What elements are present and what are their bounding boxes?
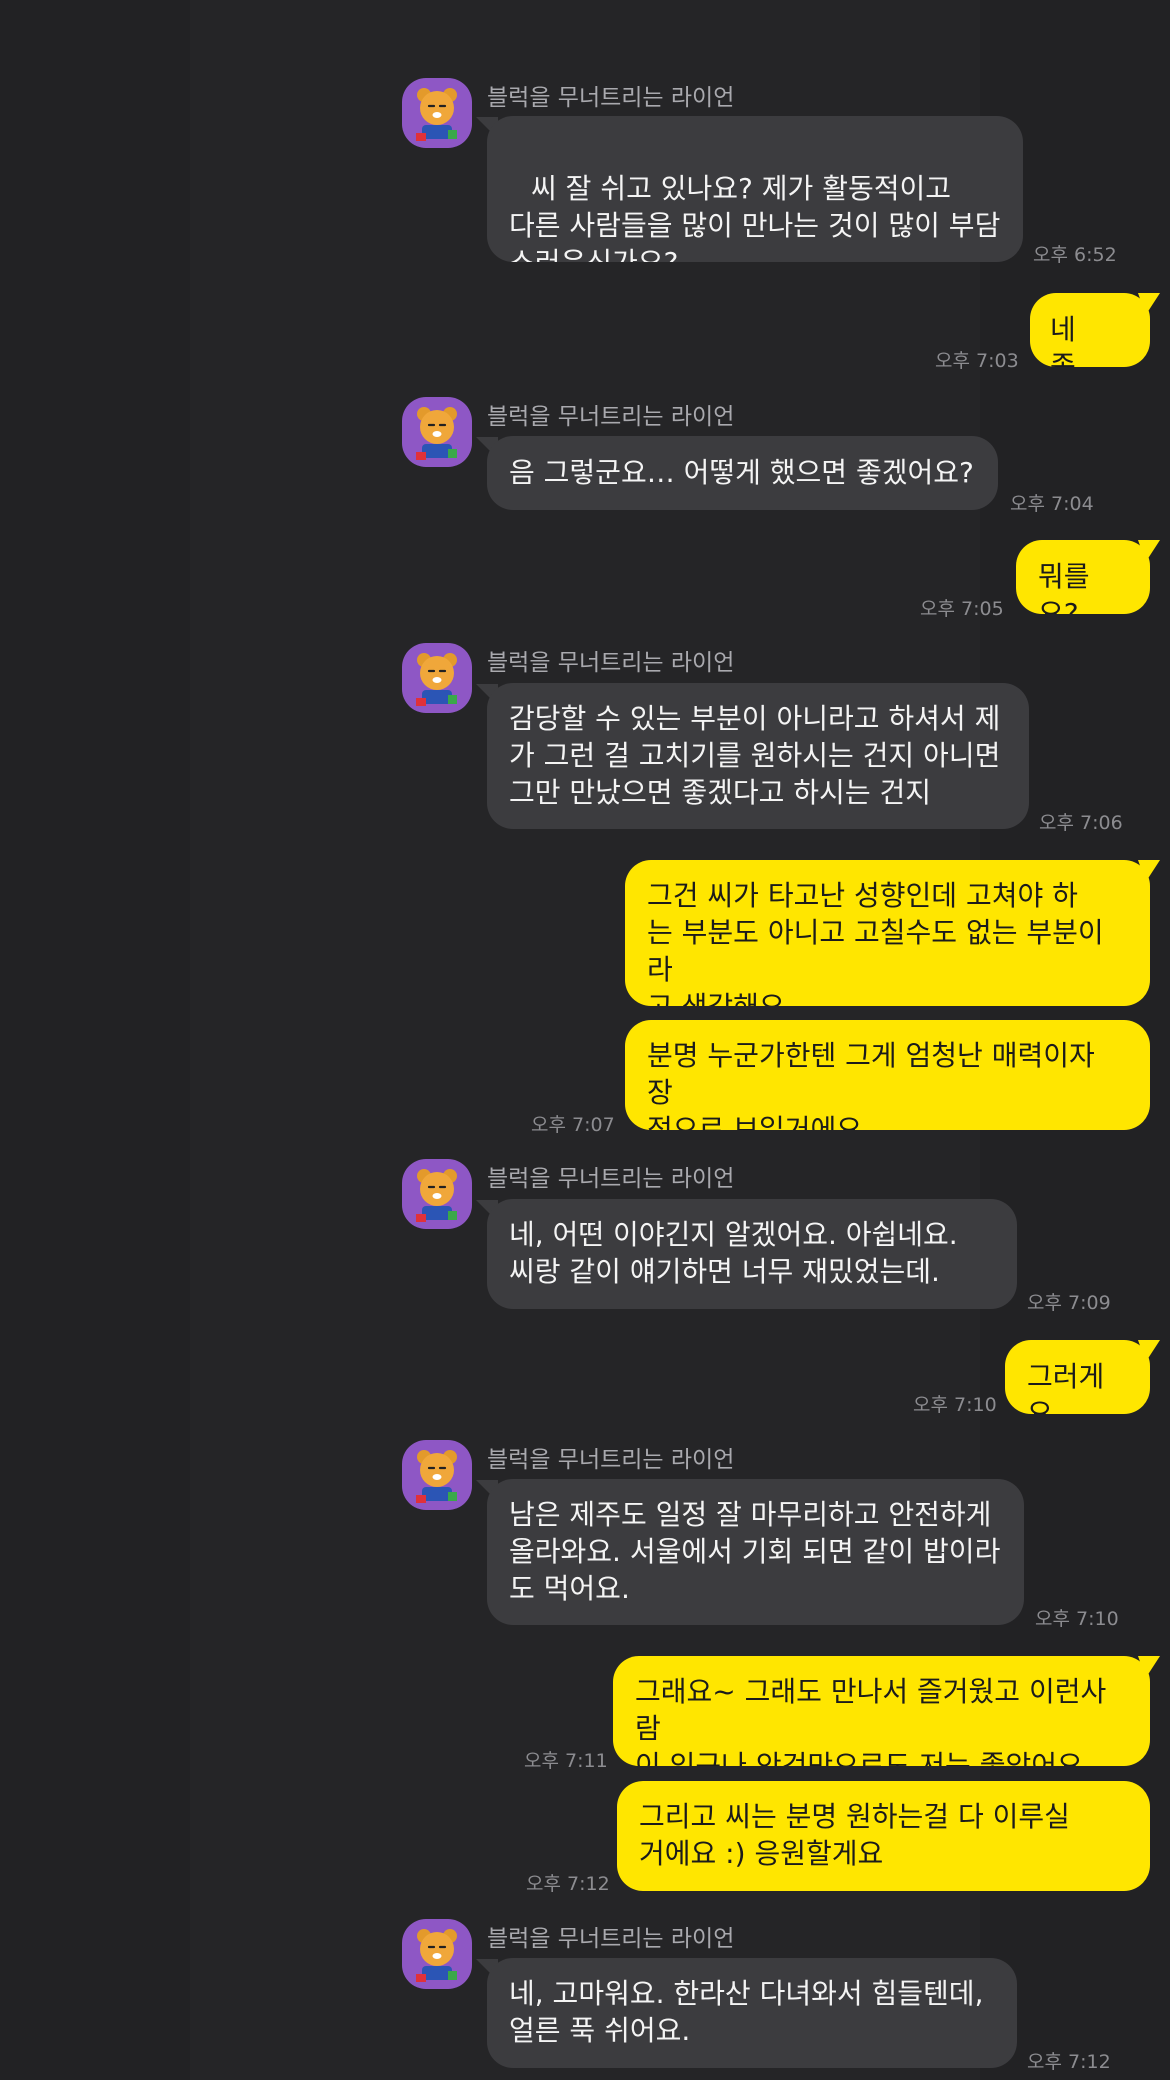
message-time: 오후 7:12 bbox=[1027, 2051, 1111, 2073]
ryan-character-icon bbox=[416, 1929, 457, 1982]
sender-avatar[interactable] bbox=[402, 78, 472, 148]
message-time: 오후 7:04 bbox=[1010, 493, 1094, 515]
incoming-message[interactable]: 네, 어떤 이야긴지 알겠어요. 아쉽네요. 씨랑 같이 얘기하면 너무 재밌었… bbox=[487, 1199, 1017, 1309]
sender-avatar[interactable] bbox=[402, 397, 472, 467]
message-time: 오후 7:11 bbox=[524, 1750, 608, 1772]
ryan-character-icon bbox=[416, 407, 457, 460]
message-time: 오후 7:10 bbox=[913, 1394, 997, 1416]
chat-panel: 블럭을 무너트리는 라이언 씨 잘 쉬고 있나요? 제가 활동적이고 다른 사람… bbox=[190, 0, 1160, 2080]
outgoing-message[interactable]: 그래요~ 그래도 만나서 즐거웠고 이런사람 이 있구나 안것만으로도 저는 좋… bbox=[613, 1656, 1150, 1766]
ryan-character-icon bbox=[416, 653, 457, 706]
incoming-message[interactable]: 감당할 수 있는 부분이 아니라고 하셔서 제 가 그런 걸 고치기를 원하시는… bbox=[487, 683, 1029, 829]
sender-avatar[interactable] bbox=[402, 643, 472, 713]
ryan-character-icon bbox=[416, 88, 457, 141]
incoming-message[interactable]: 남은 제주도 일정 잘 마무리하고 안전하게 올라와요. 서울에서 기회 되면 … bbox=[487, 1479, 1024, 1625]
message-time: 오후 7:09 bbox=[1027, 1292, 1111, 1314]
message-time: 오후 7:07 bbox=[531, 1114, 615, 1136]
sender-name: 블럭을 무너트리는 라이언 bbox=[487, 1926, 735, 1952]
sender-name: 블럭을 무너트리는 라이언 bbox=[487, 85, 735, 111]
outgoing-message[interactable]: 그리고 씨는 분명 원하는걸 다 이루실 거에요 :) 응원할게요 bbox=[617, 1781, 1150, 1891]
outgoing-message[interactable]: 네 좀.. bbox=[1030, 293, 1150, 367]
sender-avatar[interactable] bbox=[402, 1919, 472, 1989]
sender-name: 블럭을 무너트리는 라이언 bbox=[487, 404, 735, 430]
ryan-character-icon bbox=[416, 1169, 457, 1222]
outgoing-message[interactable]: 그러게요 bbox=[1005, 1340, 1150, 1414]
sender-name: 블럭을 무너트리는 라이언 bbox=[487, 1447, 735, 1473]
sender-name: 블럭을 무너트리는 라이언 bbox=[487, 1166, 735, 1192]
incoming-message[interactable]: 네, 고마워요. 한라산 다녀와서 힘들텐데, 얼른 푹 쉬어요. bbox=[487, 1958, 1017, 2068]
incoming-message[interactable]: 음 그렇군요… 어떻게 했으면 좋겠어요? bbox=[487, 436, 998, 510]
outgoing-message[interactable]: 분명 누군가한텐 그게 엄청난 매력이자 장 점으로 보일거에요 bbox=[625, 1020, 1150, 1130]
message-time: 오후 7:03 bbox=[935, 350, 1019, 372]
message-time: 오후 7:06 bbox=[1039, 812, 1123, 834]
message-time: 오후 6:52 bbox=[1033, 244, 1117, 266]
message-time: 오후 7:05 bbox=[920, 598, 1004, 620]
sender-name: 블럭을 무너트리는 라이언 bbox=[487, 650, 735, 676]
message-time: 오후 7:10 bbox=[1035, 1608, 1119, 1630]
outgoing-message[interactable]: 그건 씨가 타고난 성향인데 고쳐야 하 는 부분도 아니고 고칠수도 없는 부… bbox=[625, 860, 1150, 1006]
outgoing-message[interactable]: 뭐를요? bbox=[1016, 540, 1150, 614]
message-time: 오후 7:12 bbox=[526, 1873, 610, 1895]
incoming-message[interactable]: 씨 잘 쉬고 있나요? 제가 활동적이고 다른 사람들을 많이 만나는 것이 많… bbox=[487, 116, 1023, 262]
sender-avatar[interactable] bbox=[402, 1440, 472, 1510]
sender-avatar[interactable] bbox=[402, 1159, 472, 1229]
ryan-character-icon bbox=[416, 1450, 457, 1503]
